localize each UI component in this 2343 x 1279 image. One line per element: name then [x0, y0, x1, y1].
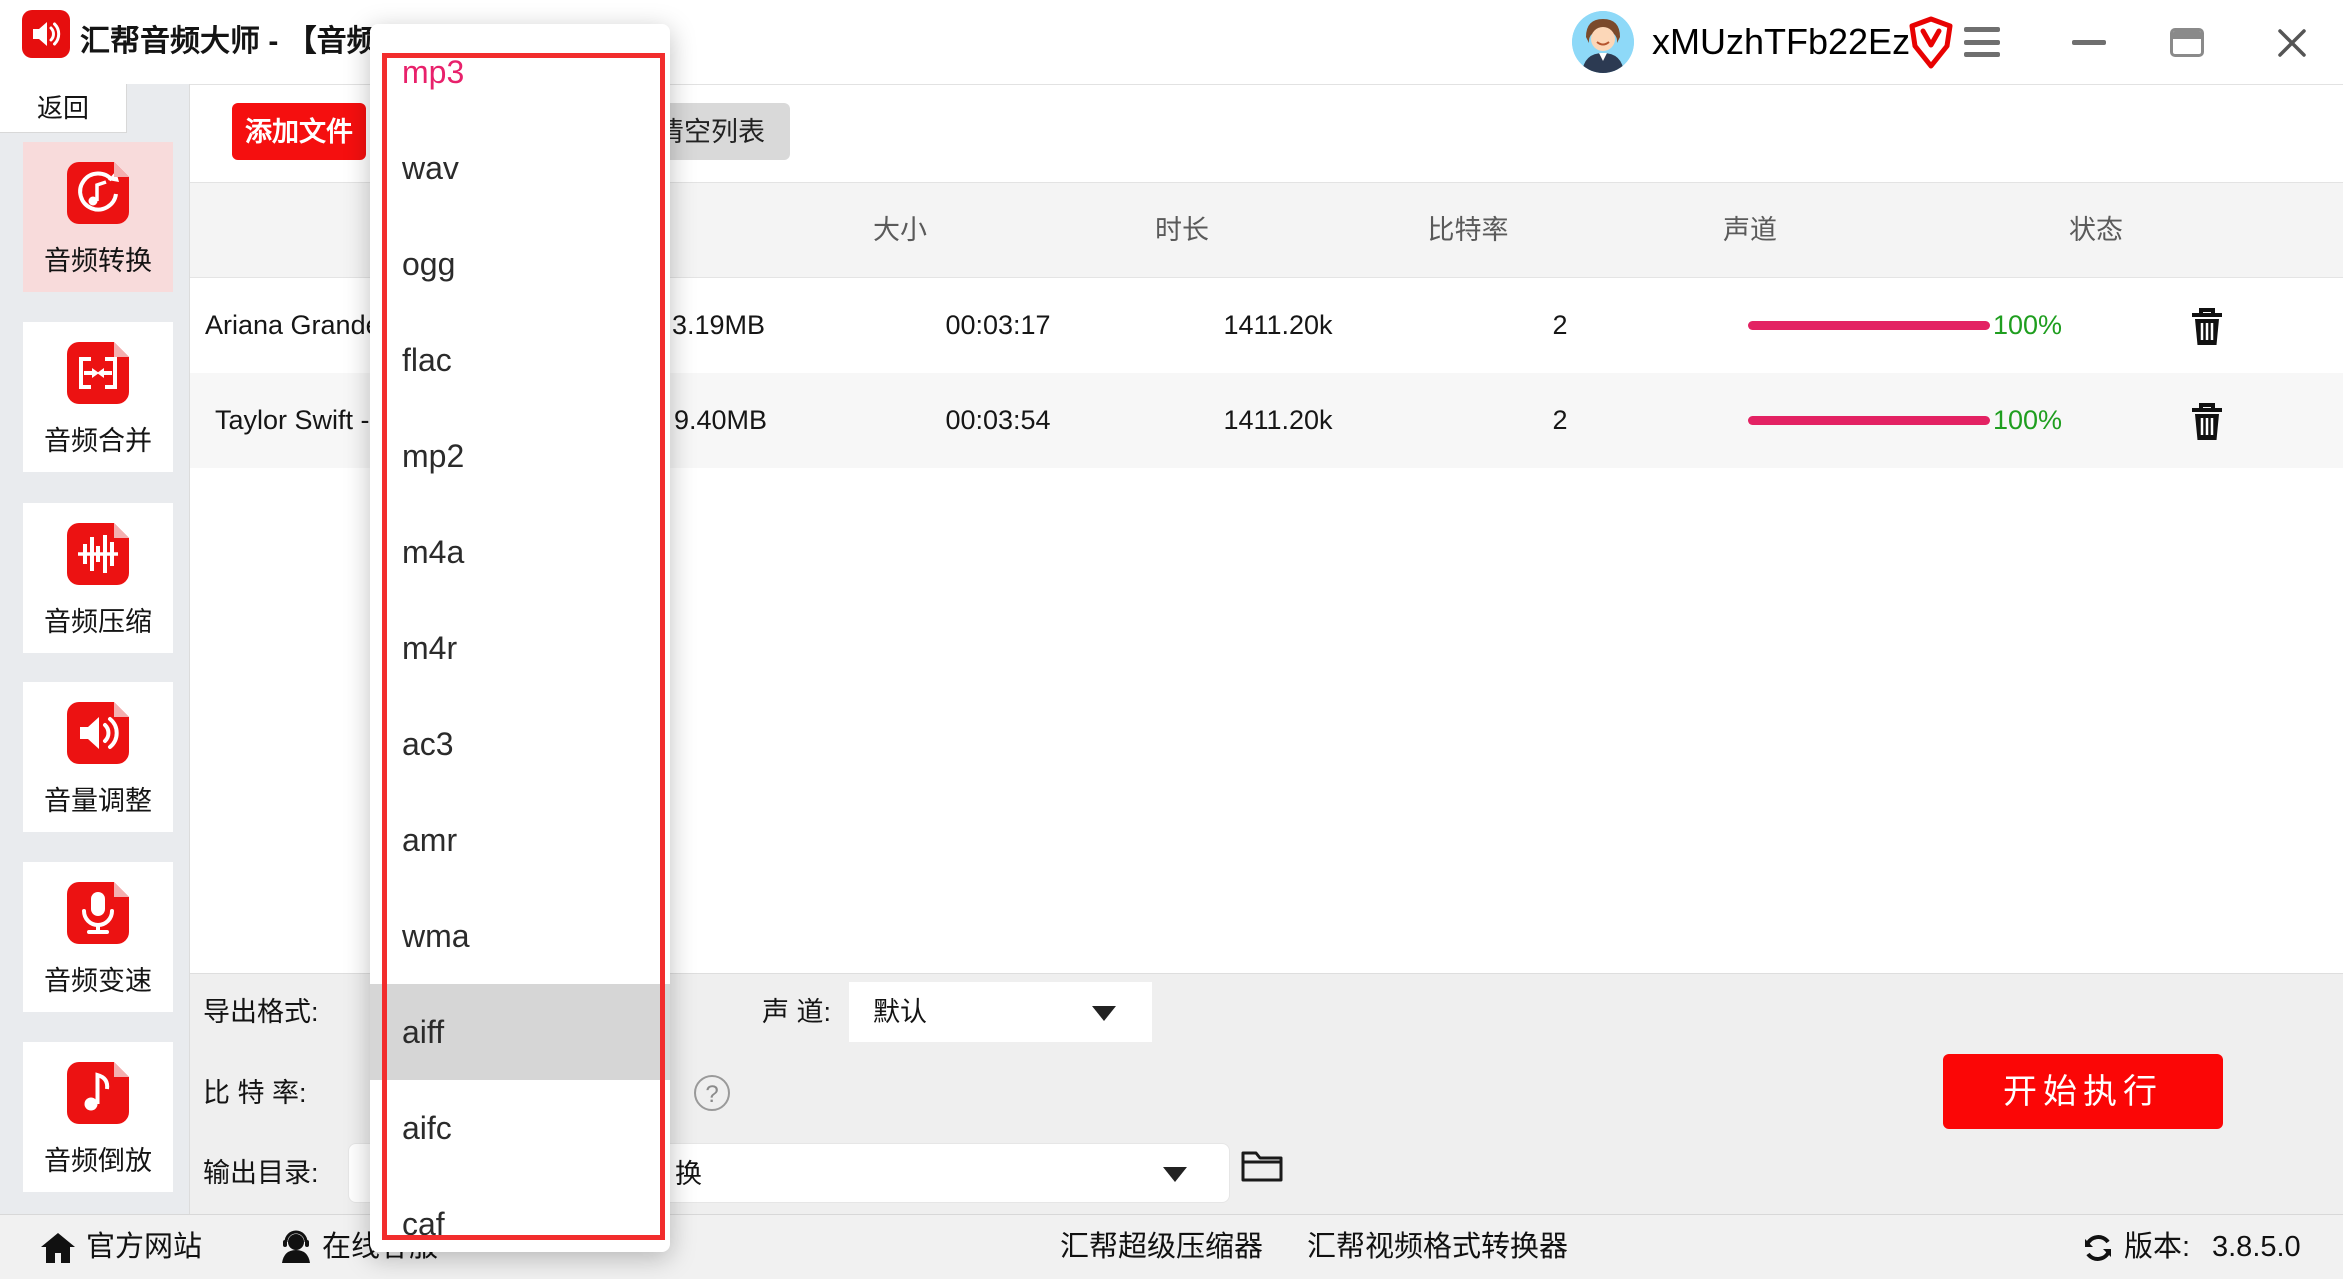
sidebar-item-audio-compress[interactable]: 音频压缩 — [23, 503, 173, 653]
format-option-ogg[interactable]: ogg — [370, 216, 670, 312]
progress-percent: 100% — [1993, 373, 2062, 468]
column-channels: 声道 — [1723, 183, 1777, 278]
sidebar-item-audio-convert[interactable]: 音频转换 — [23, 142, 173, 292]
super-compressor-link[interactable]: 汇帮超级压缩器 — [1060, 1215, 1263, 1279]
delete-file-icon[interactable] — [2187, 400, 2227, 442]
close-button[interactable] — [2274, 25, 2310, 61]
file-name: Ariana Grande — [205, 278, 381, 373]
official-site-link[interactable]: 官方网站 — [86, 1215, 202, 1279]
channel-select-value: 默认 — [873, 982, 927, 1042]
bitrate-label: 比 特 率: — [203, 1063, 307, 1123]
add-files-button[interactable]: 添加文件 — [232, 103, 366, 160]
progress-bar — [1748, 321, 1990, 330]
menu-hamburger-icon[interactable] — [1964, 27, 2000, 57]
chevron-down-icon — [1092, 1006, 1116, 1021]
audio-merge-icon — [67, 342, 129, 404]
sidebar-item-audio-speed[interactable]: 音频变速 — [23, 862, 173, 1012]
format-option-aifc[interactable]: aifc — [370, 1080, 670, 1176]
format-option-wma[interactable]: wma — [370, 888, 670, 984]
user-avatar[interactable] — [1572, 11, 1634, 73]
export-format-dropdown: mp3 wav ogg flac mp2 m4a m4r ac3 amr wma… — [370, 24, 670, 1252]
minimize-button[interactable] — [2072, 40, 2106, 45]
channel-select[interactable]: 默认 — [849, 982, 1152, 1042]
progress-bar — [1748, 416, 1990, 425]
progress-percent: 100% — [1993, 278, 2062, 373]
file-size: 3.19MB — [672, 278, 765, 373]
audio-compress-icon — [67, 523, 129, 585]
music-note-icon — [67, 1062, 129, 1124]
delete-file-icon[interactable] — [2187, 305, 2227, 347]
sidebar-item-volume-adjust[interactable]: 音量调整 — [23, 682, 173, 832]
format-option-mp2[interactable]: mp2 — [370, 408, 670, 504]
format-option-m4r[interactable]: m4r — [370, 600, 670, 696]
refresh-version-icon[interactable] — [2082, 1232, 2114, 1272]
format-option-m4a[interactable]: m4a — [370, 504, 670, 600]
format-option-aiff[interactable]: aiff — [370, 984, 670, 1080]
status-bar: 官方网站 在线客服 汇帮超级压缩器 汇帮视频格式转换器 版本: 3.8.5.0 — [0, 1214, 2343, 1279]
version-value: 3.8.5.0 — [2212, 1215, 2301, 1279]
sidebar-item-audio-merge[interactable]: 音频合并 — [23, 322, 173, 472]
version-label: 版本: — [2124, 1215, 2190, 1279]
help-icon[interactable]: ? — [694, 1075, 730, 1111]
file-duration: 00:03:17 — [945, 278, 1050, 373]
home-icon[interactable] — [40, 1231, 76, 1273]
file-duration: 00:03:54 — [945, 373, 1050, 468]
back-button[interactable]: 返回 — [0, 84, 127, 133]
format-option-ac3[interactable]: ac3 — [370, 696, 670, 792]
audio-convert-icon — [67, 162, 129, 224]
microphone-icon — [67, 882, 129, 944]
format-option-amr[interactable]: amr — [370, 792, 670, 888]
browse-folder-icon[interactable] — [1240, 1146, 1284, 1189]
file-channels: 2 — [1552, 373, 1567, 468]
file-size: 9.40MB — [674, 373, 767, 468]
title-bar: 汇帮音频大师 - 【音频转换】 xMUzhTFb22Ez — [0, 0, 2343, 85]
maximize-button[interactable] — [2170, 28, 2204, 57]
username-label: xMUzhTFb22Ez — [1652, 0, 1910, 84]
format-option-caf[interactable]: caf — [370, 1176, 670, 1252]
format-option-flac[interactable]: flac — [370, 312, 670, 408]
sidebar-item-audio-reverse[interactable]: 音频倒放 — [23, 1042, 173, 1192]
column-status: 状态 — [2069, 183, 2123, 278]
column-duration: 时长 — [1155, 183, 1209, 278]
app-window: 汇帮音频大师 - 【音频转换】 xMUzhTFb22Ez 返回 — [0, 0, 2343, 1279]
customer-service-icon[interactable] — [278, 1229, 314, 1273]
column-bitrate: 比特率 — [1428, 183, 1509, 278]
export-format-label: 导出格式: — [203, 982, 319, 1042]
file-channels: 2 — [1552, 278, 1567, 373]
volume-icon — [67, 702, 129, 764]
output-dir-value: 换 — [675, 1144, 702, 1204]
chevron-down-icon — [1163, 1167, 1187, 1182]
format-option-wav[interactable]: wav — [370, 120, 670, 216]
start-button[interactable]: 开始执行 — [1943, 1054, 2223, 1129]
format-option-mp3[interactable]: mp3 — [370, 24, 670, 120]
file-name: Taylor Swift - — [215, 373, 370, 468]
app-logo-speaker-icon — [22, 10, 70, 58]
sidebar: 返回 音频转换 音频合并 音频压缩 — [0, 84, 190, 1214]
column-size: 大小 — [873, 183, 927, 278]
output-dir-label: 输出目录: — [203, 1143, 319, 1203]
video-converter-link[interactable]: 汇帮视频格式转换器 — [1307, 1215, 1568, 1279]
channel-label: 声 道: — [762, 982, 831, 1042]
file-bitrate: 1411.20k — [1223, 278, 1332, 373]
file-bitrate: 1411.20k — [1223, 373, 1332, 468]
vip-badge-icon[interactable] — [1905, 16, 1957, 75]
